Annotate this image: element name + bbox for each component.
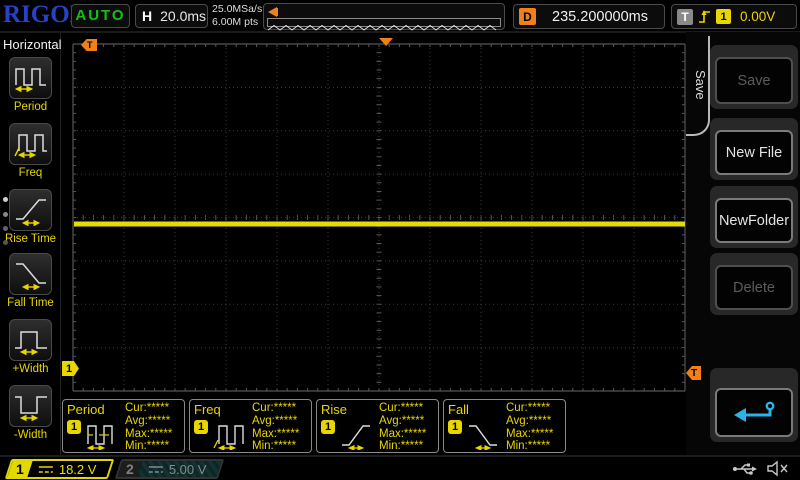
waveform-preview[interactable]: [263, 3, 505, 31]
softkey-slot: Save: [710, 45, 798, 109]
delay-value: 235.200000ms: [552, 8, 648, 25]
max-row: Max:*****: [125, 427, 173, 440]
save-menu: Save Save New File NewFolder Delete: [686, 32, 800, 455]
avg-row: Avg:*****: [125, 414, 171, 427]
softkey-slot: Delete: [710, 253, 798, 315]
max-row: Max:*****: [252, 427, 300, 440]
source-badge: 1: [67, 420, 81, 434]
freq-wave-icon: [213, 425, 244, 450]
graticule: [72, 43, 686, 392]
fall-time-measure-icon[interactable]: [9, 253, 52, 295]
plus-width-measure-icon[interactable]: [9, 319, 52, 361]
channel1-status[interactable]: 1 18.2 V: [4, 459, 114, 479]
horizontal-timebase-box[interactable]: H 20.0ms: [135, 4, 208, 28]
fall-wave-icon: [469, 425, 497, 450]
menu-button-1[interactable]: New File: [715, 130, 793, 175]
minus-width-measure-icon[interactable]: [9, 385, 52, 427]
avg-row: Avg:*****: [379, 414, 425, 427]
menu-button-3[interactable]: Delete: [715, 265, 793, 310]
oscilloscope-screen: T 1 T RIGOL AUTO H 20.0ms 25.0MSa/s 6.00…: [0, 0, 800, 480]
dc-coupling-icon: [39, 465, 54, 473]
period-measure-icon[interactable]: [9, 57, 52, 99]
measure-menu: Horizontal Period Freq Rise Time Fall Ti…: [0, 33, 62, 455]
source-badge: 1: [321, 420, 335, 434]
measurement-panel-period[interactable]: Period 1 Cur:***** Avg:***** Max:***** M…: [62, 399, 185, 453]
usb-icon: [733, 463, 757, 475]
rising-edge-icon: [699, 10, 710, 23]
freq-measure-icon[interactable]: [9, 123, 52, 165]
avg-row: Avg:*****: [506, 414, 552, 427]
delay-box[interactable]: D 235.200000ms: [513, 4, 665, 29]
min-row: Min:*****: [125, 440, 170, 453]
cur-row: Cur:*****: [125, 402, 170, 414]
delay-label: D: [519, 8, 536, 25]
acquisition-info: 25.0MSa/s 6.00M pts: [212, 3, 262, 29]
min-row: Min:*****: [379, 440, 424, 453]
horizontal-reference-marker[interactable]: [379, 38, 393, 46]
channel2-scale: 5.00 V: [169, 461, 207, 477]
measurement-panel-fall[interactable]: Fall 1 Cur:***** Avg:***** Max:***** Min…: [443, 399, 566, 453]
memory-waveform-window: [267, 18, 501, 31]
softkey-slot: NewFolder: [710, 186, 798, 248]
speaker-muted-icon: [767, 460, 788, 477]
trigger-position-arrow-icon: [268, 7, 278, 17]
softkey-slot: [710, 368, 798, 442]
return-arrow-icon: [734, 401, 775, 422]
trigger-label: T: [677, 8, 693, 25]
cur-row: Cur:*****: [506, 402, 551, 414]
timebase-value: 20.0ms: [160, 8, 207, 24]
period-wave-icon: [86, 425, 113, 450]
bottom-bar: 1 18.2 V 2 5.00 V: [0, 455, 800, 480]
max-row: Max:*****: [379, 427, 427, 440]
h-label: H: [142, 8, 153, 24]
ch1-trace[interactable]: [74, 221, 685, 227]
run-status-badge[interactable]: AUTO: [71, 4, 130, 28]
trigger-level-value: 0.00V: [740, 9, 776, 24]
trigger-source-badge: 1: [716, 9, 731, 24]
min-row: Min:*****: [506, 440, 551, 453]
dc-coupling-icon: [149, 465, 163, 473]
rise-time-measure-icon[interactable]: [9, 189, 52, 231]
menu-page-dot: [3, 240, 8, 245]
min-row: Min:*****: [252, 440, 297, 453]
measure-menu-title: Horizontal: [3, 37, 62, 52]
max-row: Max:*****: [506, 427, 554, 440]
cur-row: Cur:*****: [379, 402, 424, 414]
save-menu-tab: Save: [686, 36, 710, 136]
source-badge: 1: [448, 420, 462, 434]
cur-row: Cur:*****: [252, 402, 297, 414]
measurement-panel-rise[interactable]: Rise 1 Cur:***** Avg:***** Max:***** Min…: [316, 399, 439, 453]
sample-rate: 25.0MSa/s: [212, 3, 263, 15]
channel2-status[interactable]: 2 5.00 V: [114, 459, 224, 479]
menu-button-2[interactable]: NewFolder: [715, 198, 793, 243]
menu-button-4[interactable]: [715, 388, 793, 437]
memory-depth: 6.00M pts: [212, 16, 259, 28]
top-bar: RIGOL AUTO H 20.0ms 25.0MSa/s 6.00M pts …: [0, 0, 800, 33]
menu-page-dot: [3, 212, 8, 217]
channel1-scale: 18.2 V: [59, 461, 97, 477]
measurement-panel-freq[interactable]: Freq 1 Cur:***** Avg:***** Max:***** Min…: [189, 399, 312, 453]
preview-waveform-icon: [267, 24, 497, 31]
menu-button-0[interactable]: Save: [715, 57, 793, 104]
menu-page-dot: [3, 197, 8, 202]
avg-row: Avg:*****: [252, 414, 298, 427]
menu-page-dot: [3, 226, 8, 231]
rise-wave-icon: [342, 425, 370, 450]
softkey-slot: New File: [710, 118, 798, 180]
trigger-box[interactable]: T 1 0.00V: [671, 4, 797, 29]
source-badge: 1: [194, 420, 208, 434]
